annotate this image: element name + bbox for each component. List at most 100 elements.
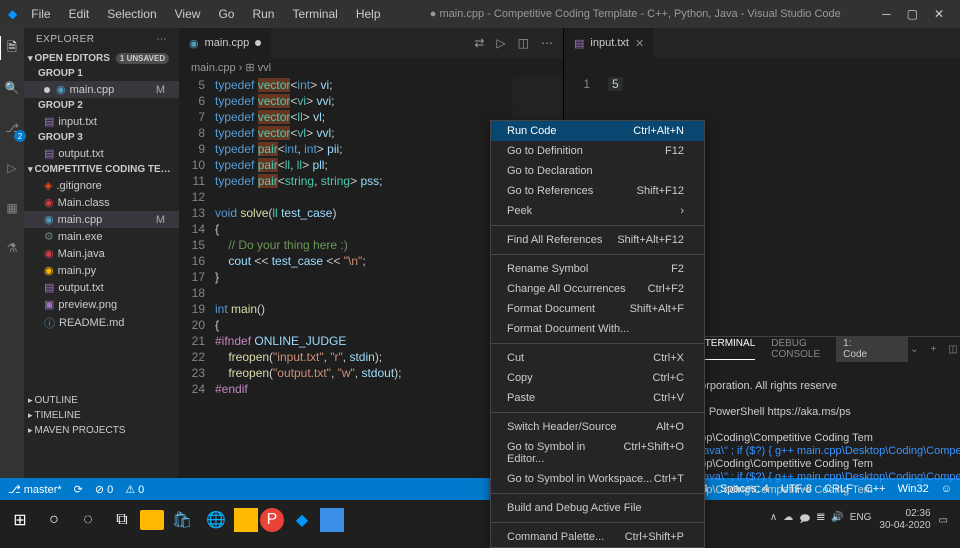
group-label: GROUP 3 — [24, 130, 179, 145]
file-item[interactable]: ◉Main.java — [24, 245, 179, 262]
close-icon[interactable]: ✕ — [934, 7, 944, 21]
ms-store-icon[interactable]: 🛍 — [166, 504, 198, 536]
context-menu-item[interactable]: Build and Debug Active File — [491, 498, 704, 518]
file-item[interactable]: ▣preview.png — [24, 296, 179, 313]
open-editors-header[interactable]: ▾OPEN EDITORS1 UNSAVED — [24, 51, 179, 66]
breadcrumb[interactable]: main.cpp › ⊞ vvl — [179, 58, 563, 77]
context-menu-item[interactable]: Change All OccurrencesCtrl+F2 — [491, 279, 704, 299]
menu-view[interactable]: View — [167, 3, 209, 25]
file-explorer-icon[interactable] — [140, 510, 164, 530]
titlebar: ◆ FileEditSelectionViewGoRunTerminalHelp… — [0, 0, 960, 28]
file-item[interactable]: ◉main.cppM — [24, 211, 179, 228]
file-item[interactable]: ▤output.txt — [24, 279, 179, 296]
search-icon[interactable]: 🔍 — [0, 76, 24, 100]
timeline-section[interactable]: ▸TIMELINE — [24, 408, 179, 423]
outline-section[interactable]: ▸OUTLINE — [24, 393, 179, 408]
tabs-right: ▤input.txt✕ — [564, 28, 960, 58]
file-item[interactable]: ⓘREADME.md — [24, 313, 179, 333]
run-icon[interactable]: ▷ — [496, 36, 505, 50]
maven-section[interactable]: ▸MAVEN PROJECTS — [24, 423, 179, 438]
context-menu-item[interactable]: PasteCtrl+V — [491, 388, 704, 408]
open-editor-item[interactable]: ▤input.txt — [24, 113, 179, 130]
vscode-app-icon[interactable]: ◆ — [286, 504, 318, 536]
menu-go[interactable]: Go — [210, 3, 242, 25]
minimize-icon[interactable]: ─ — [882, 7, 891, 21]
terminal-selector[interactable]: 1: Code — [836, 336, 908, 362]
notification-icon[interactable]: ▭ — [939, 515, 948, 526]
tray-icon[interactable]: 🔊 — [831, 512, 843, 529]
menu-edit[interactable]: Edit — [61, 3, 98, 25]
compare-icon[interactable]: ⇄ — [474, 36, 484, 50]
explorer-icon[interactable]: 🗎 — [0, 36, 23, 60]
cortana-icon[interactable]: ◌ — [72, 504, 104, 536]
context-menu-item[interactable]: Go to ReferencesShift+F12 — [491, 181, 704, 201]
errors-indicator[interactable]: ⊘ 0 — [95, 483, 113, 496]
start-icon[interactable]: ⊞ — [4, 504, 36, 536]
menu-selection[interactable]: Selection — [99, 3, 164, 25]
tray-icon[interactable]: ☁ — [783, 512, 793, 529]
context-menu-item[interactable]: Format DocumentShift+Alt+F — [491, 299, 704, 319]
menu-help[interactable]: Help — [348, 3, 389, 25]
context-menu-item[interactable]: Peek› — [491, 201, 704, 221]
file-item[interactable]: ◈.gitignore — [24, 177, 179, 194]
new-terminal-icon[interactable]: + — [930, 344, 936, 355]
context-menu-item[interactable]: Rename SymbolF2 — [491, 259, 704, 279]
search-icon[interactable]: ○ — [38, 504, 70, 536]
app-icon-3[interactable] — [320, 508, 344, 532]
open-editor-item[interactable]: ▤output.txt — [24, 145, 179, 162]
warnings-indicator[interactable]: ⚠ 0 — [125, 483, 144, 496]
project-header[interactable]: ▾COMPETITIVE CODING TEMPLATE - C+... — [24, 162, 179, 177]
tray-icon[interactable]: 𝌆 — [816, 512, 825, 529]
more-icon[interactable]: ⋯ — [157, 34, 168, 45]
taskbar-date[interactable]: 30-04-2020 — [879, 520, 930, 532]
task-view-icon[interactable]: ⧉ — [106, 504, 138, 536]
menu-run[interactable]: Run — [244, 3, 282, 25]
tray-icon[interactable]: 🗩 — [799, 512, 810, 529]
close-tab-icon[interactable]: ✕ — [635, 37, 644, 50]
context-menu-item[interactable]: Format Document With... — [491, 319, 704, 339]
file-item[interactable]: ◉main.py — [24, 262, 179, 279]
terminal-tab[interactable]: DEBUG CONSOLE — [771, 338, 820, 360]
tab-input-txt[interactable]: ▤input.txt✕ — [564, 28, 654, 58]
extensions-icon[interactable]: ▦ — [0, 196, 24, 220]
context-menu-item[interactable]: Go to Symbol in Editor...Ctrl+Shift+O — [491, 437, 704, 469]
context-menu-item[interactable]: Go to Symbol in Workspace...Ctrl+T — [491, 469, 704, 489]
menu-file[interactable]: File — [23, 3, 58, 25]
tab-main-cpp[interactable]: ◉main.cpp — [179, 28, 271, 58]
branch-indicator[interactable]: ⎇ master* — [8, 483, 62, 496]
split-terminal-icon[interactable]: ◫ — [948, 344, 957, 355]
chevron-down-icon[interactable]: ⌄ — [910, 344, 918, 355]
window-title: ● main.cpp - Competitive Coding Template… — [389, 8, 883, 20]
open-editor-item[interactable]: ◉main.cppM — [24, 81, 179, 98]
tray-icon[interactable]: ∧ — [770, 512, 777, 529]
more-icon[interactable]: ⋯ — [541, 36, 553, 50]
terminal-tab[interactable]: TERMINAL — [705, 338, 756, 360]
context-menu-item[interactable]: CutCtrl+X — [491, 348, 704, 368]
windows-taskbar: ⊞ ○ ◌ ⧉ 🛍 🌐 P ◆ ∧ ☁ 🗩 𝌆 🔊 ENG 02:36 30-04-202… — [0, 500, 960, 540]
sync-icon[interactable]: ⟳ — [74, 483, 83, 496]
group-label: GROUP 1 — [24, 66, 179, 81]
testing-icon[interactable]: ⚗ — [0, 236, 24, 260]
context-menu-item[interactable]: Go to DefinitionF12 — [491, 141, 704, 161]
window-controls: ─ ▢ ✕ — [882, 7, 952, 21]
context-menu-item[interactable]: Find All ReferencesShift+Alt+F12 — [491, 230, 704, 250]
split-icon[interactable]: ◫ — [518, 36, 529, 50]
context-menu-item[interactable]: Switch Header/SourceAlt+O — [491, 417, 704, 437]
file-item[interactable]: ⚙main.exe — [24, 228, 179, 245]
menu-terminal[interactable]: Terminal — [284, 3, 345, 25]
menu-bar: FileEditSelectionViewGoRunTerminalHelp — [23, 3, 388, 25]
context-menu-item[interactable]: Go to Declaration — [491, 161, 704, 181]
tray-icon[interactable]: ENG — [850, 512, 872, 529]
context-menu-item[interactable]: Command Palette...Ctrl+Shift+P — [491, 527, 704, 547]
context-menu-item[interactable]: CopyCtrl+C — [491, 368, 704, 388]
app-icon[interactable] — [234, 508, 258, 532]
taskbar-time[interactable]: 02:36 — [879, 508, 930, 520]
breadcrumb-right[interactable] — [564, 58, 960, 76]
app-icon-2[interactable]: P — [260, 508, 284, 532]
source-control-icon[interactable]: ⎇ — [0, 116, 24, 140]
debug-icon[interactable]: ▷ — [0, 156, 24, 180]
context-menu-item[interactable]: Run CodeCtrl+Alt+N — [491, 121, 704, 141]
chrome-icon[interactable]: 🌐 — [200, 504, 232, 536]
file-item[interactable]: ◉Main.class — [24, 194, 179, 211]
maximize-icon[interactable]: ▢ — [907, 7, 918, 21]
